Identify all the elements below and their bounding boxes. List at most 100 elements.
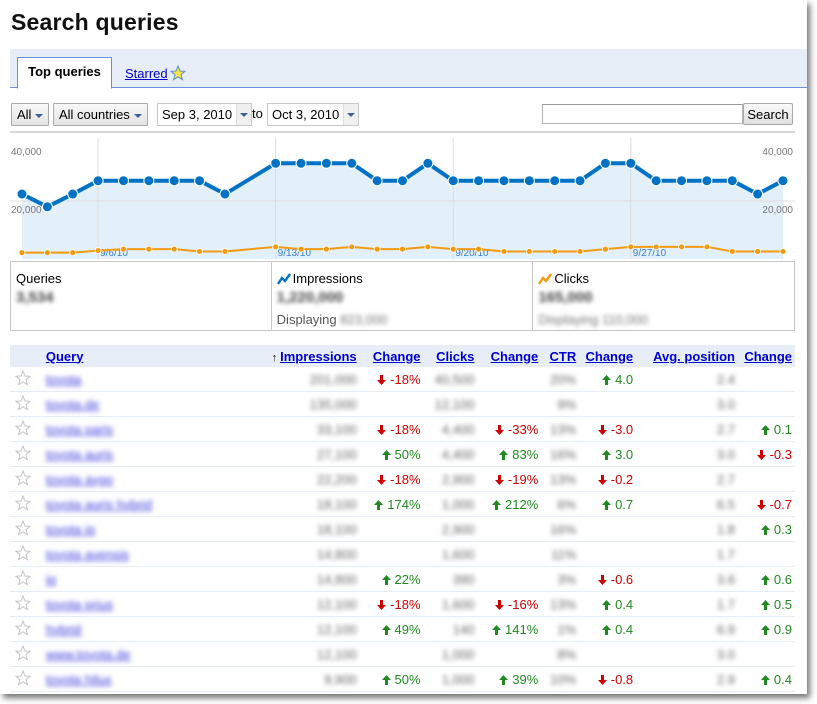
query-link[interactable]: iq (46, 572, 56, 587)
cell-avg-position-value: 1.7 (716, 596, 735, 612)
query-link[interactable]: toyota (46, 372, 81, 387)
arrow-down-icon (597, 474, 607, 485)
query-link[interactable]: toyota aygo (46, 472, 113, 487)
cell-impressions-change: 22% (359, 566, 424, 592)
star-toggle[interactable] (10, 391, 36, 417)
star-outline-icon (14, 569, 32, 586)
star-toggle[interactable] (10, 367, 36, 392)
cell-clicks: 1,600 (423, 591, 478, 617)
cell-impressions-change: 174% (359, 491, 424, 517)
data-point-clicks (297, 245, 305, 253)
header-ctr[interactable]: CTR (541, 345, 580, 367)
arrow-down-icon (377, 424, 387, 435)
arrow-up-icon (760, 524, 770, 535)
header-clicks-change[interactable]: Change (477, 345, 542, 367)
arrow-down-icon (377, 599, 387, 610)
cell-avg-position-value: 3.0 (716, 646, 735, 662)
star-toggle[interactable] (10, 591, 36, 617)
data-point-impressions (549, 175, 561, 187)
cell-impressions-change-value: 50% (394, 671, 421, 687)
cell-clicks-change: -19% (477, 466, 542, 492)
header-ctr-change[interactable]: Change (579, 345, 637, 367)
queries-table: Query ↑ Impressions Change Clicks Change … (10, 345, 795, 692)
data-point-clicks (322, 245, 330, 253)
cell-clicks-change-value: 39% (512, 671, 539, 687)
query-link[interactable]: toyota paris (46, 422, 113, 437)
y-tick-label-right: 20,000 (762, 205, 793, 216)
cell-impressions: 27,100 (155, 441, 360, 467)
cell-impressions-change-value: 49% (394, 621, 421, 637)
cell-avg-position-value: 6.9 (716, 621, 735, 637)
cell-avg-position-change-value: -0.3 (769, 446, 792, 462)
data-point-clicks (120, 245, 127, 253)
cell-impressions: 18,100 (155, 491, 360, 517)
cell-clicks: 40,500 (423, 367, 478, 392)
cell-impressions-value: 12,100 (316, 646, 357, 662)
data-point-impressions (473, 175, 485, 187)
cell-ctr-change: -0.2 (579, 466, 637, 492)
cell-ctr: 13% (541, 591, 580, 617)
query-link[interactable]: toyota auris hybrid (46, 497, 152, 512)
star-toggle[interactable] (10, 491, 36, 517)
cell-ctr-change: 0.7 (579, 491, 637, 517)
cell-avg-position-change-value: 0.5 (773, 596, 792, 612)
header-clicks[interactable]: Clicks (423, 345, 478, 367)
line-chart-svg: 9/6/10 9/13/10 9/20/10 9/27/1040,000 40,0002… (10, 138, 795, 259)
summary-impressions[interactable]: Impressions 1,220,000 Displaying 823,000 (270, 262, 533, 330)
arrow-up-icon (602, 624, 612, 635)
cell-avg-position-value: 1.7 (716, 546, 735, 562)
header-impressions-change-label: Change (372, 348, 421, 364)
cell-clicks: 4,400 (423, 441, 478, 467)
query-link[interactable]: toyota auris (46, 447, 113, 462)
star-toggle[interactable] (10, 441, 36, 467)
query-link[interactable]: hybrid (46, 622, 81, 637)
query-link[interactable]: toyota hilux (46, 672, 112, 687)
cell-impressions: 12,100 (155, 616, 360, 642)
arrow-up-icon (602, 449, 612, 460)
star-toggle[interactable] (10, 641, 36, 667)
star-toggle[interactable] (10, 541, 36, 567)
header-impressions[interactable]: ↑ Impressions (155, 345, 360, 367)
summary-queries-value: 3,534 (16, 289, 54, 306)
header-avg-position-change-label: Change (744, 348, 792, 364)
header-avg-position-change[interactable]: Change (737, 345, 795, 367)
data-point-impressions (270, 157, 282, 169)
cell-ctr: 11% (541, 541, 580, 567)
query-link[interactable]: toyota prius (46, 597, 113, 612)
data-point-impressions (194, 175, 206, 187)
star-outline-icon (14, 544, 32, 561)
query-link[interactable]: toyota.de (46, 397, 100, 412)
arrow-up-icon (760, 674, 770, 685)
cell-clicks-change (477, 541, 542, 567)
star-toggle[interactable] (10, 616, 36, 642)
cell-clicks-value: 2,900 (441, 471, 475, 487)
summary-impressions-sub-label: Displaying (276, 312, 337, 327)
data-point-impressions (16, 188, 28, 200)
star-outline-icon (14, 619, 32, 636)
data-point-clicks (43, 249, 51, 257)
star-toggle[interactable] (10, 516, 36, 542)
cell-query: toyota auris hybrid (35, 491, 156, 517)
query-link[interactable]: www.toyota.de (46, 647, 131, 662)
cell-impressions-value: 18,100 (316, 496, 357, 512)
query-link[interactable]: toyota iq (46, 522, 95, 537)
header-impressions-change[interactable]: Change (359, 345, 424, 367)
arrow-down-icon (494, 474, 504, 485)
star-toggle[interactable] (10, 666, 36, 692)
query-link[interactable]: toyota avensis (46, 547, 129, 562)
star-toggle[interactable] (10, 566, 36, 592)
data-point-clicks (449, 245, 457, 253)
cell-query: www.toyota.de (35, 641, 156, 667)
cell-ctr: 9% (541, 391, 580, 417)
summary-clicks[interactable]: Clicks 165,000 Displaying 110,000 (532, 262, 794, 330)
cell-query: toyota iq (35, 516, 156, 542)
cell-avg-position-change: -0.7 (737, 491, 795, 517)
star-toggle[interactable] (10, 466, 36, 492)
cell-impressions-change (359, 641, 424, 667)
data-point-impressions (143, 175, 155, 187)
header-query[interactable]: Query (35, 345, 156, 367)
cell-avg-position-value: 3.0 (716, 396, 735, 412)
cell-avg-position-value: 2.7 (716, 471, 735, 487)
header-avg-position[interactable]: Avg. position (636, 345, 738, 367)
star-toggle[interactable] (10, 416, 36, 442)
